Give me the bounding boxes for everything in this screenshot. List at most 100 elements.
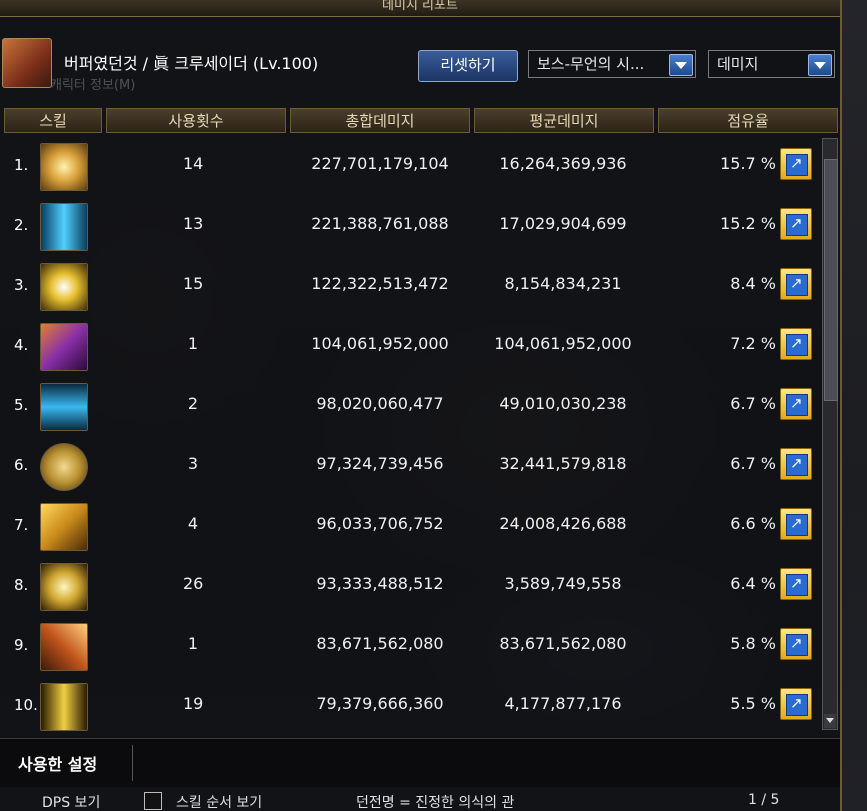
avg-damage: 49,010,030,238 xyxy=(499,394,627,413)
settings-bar: 사용한 설정 xyxy=(0,738,840,787)
uses-count: 4 xyxy=(187,514,199,533)
rank: 4. xyxy=(14,336,29,354)
tab-used-settings[interactable]: 사용한 설정 xyxy=(18,751,97,775)
footer: DPS 보기 스킬 순서 보기 던전명 = 진정한 의식의 관 1 / 5 xyxy=(0,786,840,811)
share-percent: 5.5 % xyxy=(730,694,776,713)
total-damage: 79,379,666,360 xyxy=(316,694,444,713)
avg-damage: 8,154,834,231 xyxy=(504,274,622,293)
rank: 2. xyxy=(14,216,29,234)
total-damage: 227,701,179,104 xyxy=(311,154,449,173)
detail-button[interactable] xyxy=(780,688,812,720)
total-damage: 221,388,761,088 xyxy=(311,214,449,233)
scroll-down-icon[interactable] xyxy=(824,714,836,728)
header-skill[interactable]: 스킬 xyxy=(4,108,102,133)
scroll-thumb[interactable] xyxy=(824,159,838,401)
detail-button[interactable] xyxy=(780,208,812,240)
detail-button[interactable] xyxy=(780,508,812,540)
metric-select-value: 데미지 xyxy=(717,55,759,73)
chevron-down-icon[interactable] xyxy=(669,54,693,76)
table-scrollbar[interactable] xyxy=(822,138,838,730)
reset-button[interactable]: 리셋하기 xyxy=(418,50,518,82)
skill-icon xyxy=(40,563,88,611)
table-row: 9. 1 83,671,562,080 83,671,562,080 5.8 % xyxy=(0,618,820,678)
table-row: 2. 13 221,388,761,088 17,029,904,699 15.… xyxy=(0,198,820,258)
table-row: 10. 19 79,379,666,360 4,177,877,176 5.5 … xyxy=(0,678,820,738)
skill-icon xyxy=(40,143,88,191)
open-detail-icon xyxy=(786,154,808,176)
share-percent: 6.6 % xyxy=(730,514,776,533)
share-percent: 6.7 % xyxy=(730,394,776,413)
share-percent: 15.7 % xyxy=(720,154,776,173)
total-damage: 96,033,706,752 xyxy=(316,514,444,533)
metric-select[interactable]: 데미지 xyxy=(708,50,835,78)
rank: 6. xyxy=(14,456,29,474)
uses-count: 19 xyxy=(183,694,204,713)
header-uses[interactable]: 사용횟수 xyxy=(106,108,286,133)
table-row: 7. 4 96,033,706,752 24,008,426,688 6.6 % xyxy=(0,498,820,558)
share-percent: 6.7 % xyxy=(730,454,776,473)
table-row: 3. 15 122,322,513,472 8,154,834,231 8.4 … xyxy=(0,258,820,318)
header-share[interactable]: 점유율 xyxy=(658,108,838,133)
skill-icon xyxy=(40,443,88,491)
total-damage: 97,324,739,456 xyxy=(316,454,444,473)
share-percent: 15.2 % xyxy=(720,214,776,233)
window-title[interactable]: 데미지 리포트 xyxy=(0,0,840,17)
character-avatar xyxy=(2,38,52,88)
open-detail-icon xyxy=(786,514,808,536)
detail-button[interactable] xyxy=(780,388,812,420)
dps-view-label[interactable]: DPS 보기 xyxy=(42,792,100,811)
character-info-label: 캐릭터 정보(M) xyxy=(50,78,136,93)
detail-button[interactable] xyxy=(780,328,812,360)
table-header: 스킬 사용횟수 총합데미지 평균데미지 점유율 xyxy=(2,108,840,135)
skill-icon xyxy=(40,683,88,731)
target-select[interactable]: 보스-무언의 시... xyxy=(528,50,696,78)
avg-damage: 24,008,426,688 xyxy=(499,514,627,533)
uses-count: 1 xyxy=(187,334,199,353)
detail-button[interactable] xyxy=(780,568,812,600)
open-detail-icon xyxy=(786,214,808,236)
page-indicator: 1 / 5 xyxy=(748,792,780,808)
share-percent: 7.2 % xyxy=(730,334,776,353)
uses-count: 13 xyxy=(183,214,204,233)
avg-damage: 17,029,904,699 xyxy=(499,214,627,233)
rank: 3. xyxy=(14,276,29,294)
header-total-damage[interactable]: 총합데미지 xyxy=(290,108,470,133)
total-damage: 83,671,562,080 xyxy=(316,634,444,653)
table-row: 4. 1 104,061,952,000 104,061,952,000 7.2… xyxy=(0,318,820,378)
detail-button[interactable] xyxy=(780,148,812,180)
skill-icon xyxy=(40,323,88,371)
total-damage: 93,333,488,512 xyxy=(316,574,444,593)
rank: 5. xyxy=(14,396,29,414)
header-avg-damage[interactable]: 평균데미지 xyxy=(474,108,654,133)
share-percent: 5.8 % xyxy=(730,634,776,653)
skill-order-checkbox[interactable] xyxy=(144,792,162,810)
total-damage: 104,061,952,000 xyxy=(311,334,449,353)
avg-damage: 83,671,562,080 xyxy=(499,634,627,653)
detail-button[interactable] xyxy=(780,628,812,660)
share-percent: 6.4 % xyxy=(730,574,776,593)
skill-icon xyxy=(40,263,88,311)
uses-count: 2 xyxy=(187,394,199,413)
uses-count: 26 xyxy=(183,574,204,593)
detail-button[interactable] xyxy=(780,268,812,300)
table-row: 5. 2 98,020,060,477 49,010,030,238 6.7 % xyxy=(0,378,820,438)
open-detail-icon xyxy=(786,394,808,416)
open-detail-icon xyxy=(786,334,808,356)
uses-count: 14 xyxy=(183,154,204,173)
uses-count: 1 xyxy=(187,634,199,653)
open-detail-icon xyxy=(786,634,808,656)
rank: 7. xyxy=(14,516,29,534)
open-detail-icon xyxy=(786,454,808,476)
chevron-down-icon[interactable] xyxy=(808,54,832,76)
rank: 10. xyxy=(14,696,38,714)
dungeon-title: 던전명 = 진정한 의식의 관 xyxy=(356,795,515,811)
avg-damage: 104,061,952,000 xyxy=(494,334,632,353)
open-detail-icon xyxy=(786,694,808,716)
table-row: 6. 3 97,324,739,456 32,441,579,818 6.7 % xyxy=(0,438,820,498)
avg-damage: 16,264,369,936 xyxy=(499,154,627,173)
share-percent: 8.4 % xyxy=(730,274,776,293)
damage-report-window: 데미지 리포트 버퍼였던것 / 眞 크루세이더 (Lv.100) 캐릭터 정보(… xyxy=(0,0,842,811)
rank: 1. xyxy=(14,156,29,174)
detail-button[interactable] xyxy=(780,448,812,480)
avg-damage: 3,589,749,558 xyxy=(504,574,622,593)
